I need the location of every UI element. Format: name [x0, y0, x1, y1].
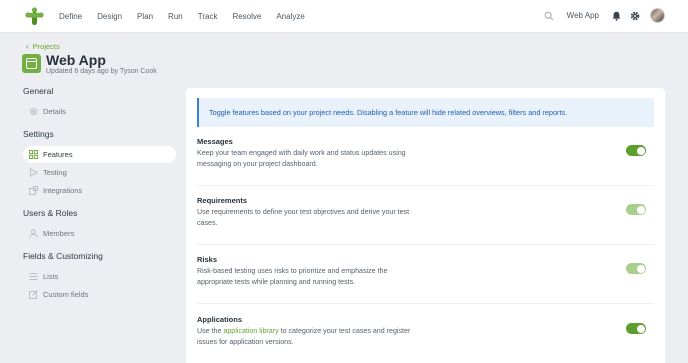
play-icon: [30, 168, 38, 177]
sidebar-item-label: Members: [43, 229, 75, 238]
toggle-applications[interactable]: [626, 323, 646, 334]
sidebar-item-label: Lists: [43, 272, 59, 281]
breadcrumb-projects[interactable]: Projects: [33, 42, 60, 51]
group-title-settings: Settings: [23, 129, 54, 139]
feature-description: Use the application library to categoriz…: [197, 326, 422, 347]
feature-requirements: Requirements Use requirements to define …: [197, 196, 654, 245]
bell-icon[interactable]: [612, 11, 621, 21]
feature-description: Keep your team engaged with daily work a…: [197, 149, 406, 168]
toggle-messages[interactable]: [626, 145, 646, 156]
gear-icon: [30, 108, 37, 115]
main-nav: Define Design Plan Run Track Resolve Ana…: [59, 11, 320, 22]
nav-design[interactable]: Design: [97, 11, 122, 22]
feature-description: Use requirements to define your test obj…: [197, 208, 410, 227]
project-switcher[interactable]: Web App: [567, 11, 599, 20]
toggle-risks[interactable]: [626, 263, 646, 274]
group-title-users-roles: Users & Roles: [23, 208, 78, 218]
sidebar-item-integrations[interactable]: Integrations: [23, 182, 176, 199]
group-title-general: General: [23, 86, 54, 96]
info-banner: Toggle features based on your project ne…: [197, 98, 654, 127]
top-right-controls: Web App: [544, 8, 665, 23]
sidebar-item-testing[interactable]: Testing: [23, 164, 176, 181]
sidebar-item-lists[interactable]: Lists: [23, 268, 176, 285]
sidebar-item-label: Integrations: [43, 186, 83, 195]
nav-track[interactable]: Track: [198, 11, 218, 22]
chevron-left-icon: ‹: [26, 42, 29, 51]
info-banner-text: Toggle features based on your project ne…: [209, 108, 568, 117]
features-card: Toggle features based on your project ne…: [186, 88, 665, 363]
sidebar-item-label: Custom fields: [43, 290, 89, 299]
feature-risks: Risks Risk-based testing uses risks to p…: [197, 255, 654, 304]
nav-plan[interactable]: Plan: [137, 11, 153, 22]
sidebar-item-members[interactable]: Members: [23, 225, 176, 242]
page-title: Web App: [46, 52, 106, 68]
project-icon: [22, 54, 41, 73]
avatar[interactable]: [650, 8, 665, 23]
sidebar-item-details[interactable]: Details: [23, 103, 176, 120]
group-title-fields-customizing: Fields & Customizing: [23, 251, 103, 261]
feature-messages: Messages Keep your team engaged with dai…: [197, 137, 654, 186]
sidebar-item-label: Testing: [43, 168, 67, 177]
sidebar-item-features[interactable]: Features: [23, 146, 176, 163]
nav-run[interactable]: Run: [168, 11, 183, 22]
feature-description-text: Use the: [197, 327, 224, 335]
nav-resolve[interactable]: Resolve: [232, 11, 261, 22]
logo-icon[interactable]: [25, 7, 44, 26]
sidebar-item-label: Details: [43, 107, 66, 116]
nav-define[interactable]: Define: [59, 11, 82, 22]
feature-title: Messages: [197, 137, 233, 146]
page-subtitle: Updated 6 days ago by Tyson Cook: [46, 68, 157, 75]
top-bar: Define Design Plan Run Track Resolve Ana…: [0, 0, 688, 33]
nav-analyze[interactable]: Analyze: [276, 11, 304, 22]
feature-title: Applications: [197, 315, 243, 324]
feature-title: Requirements: [197, 196, 248, 205]
toggle-requirements[interactable]: [626, 204, 646, 215]
settings-sidebar: General Details Settings Features Testin…: [23, 86, 176, 304]
user-icon: [29, 229, 38, 238]
breadcrumb[interactable]: ‹ Projects: [26, 42, 60, 51]
grid-icon: [29, 150, 38, 159]
list-icon: [29, 273, 38, 280]
application-library-link[interactable]: application library: [223, 327, 278, 335]
gear-icon[interactable]: [630, 11, 640, 21]
feature-applications: Applications Use the application library…: [197, 315, 654, 363]
sidebar-item-custom-fields[interactable]: Custom fields: [23, 286, 176, 303]
feature-description: Risk-based testing uses risks to priorit…: [197, 267, 388, 286]
puzzle-icon: [29, 186, 38, 195]
search-icon[interactable]: [544, 11, 554, 21]
feature-title: Risks: [197, 255, 218, 264]
edit-icon: [29, 290, 38, 299]
sidebar-item-label: Features: [43, 150, 73, 159]
